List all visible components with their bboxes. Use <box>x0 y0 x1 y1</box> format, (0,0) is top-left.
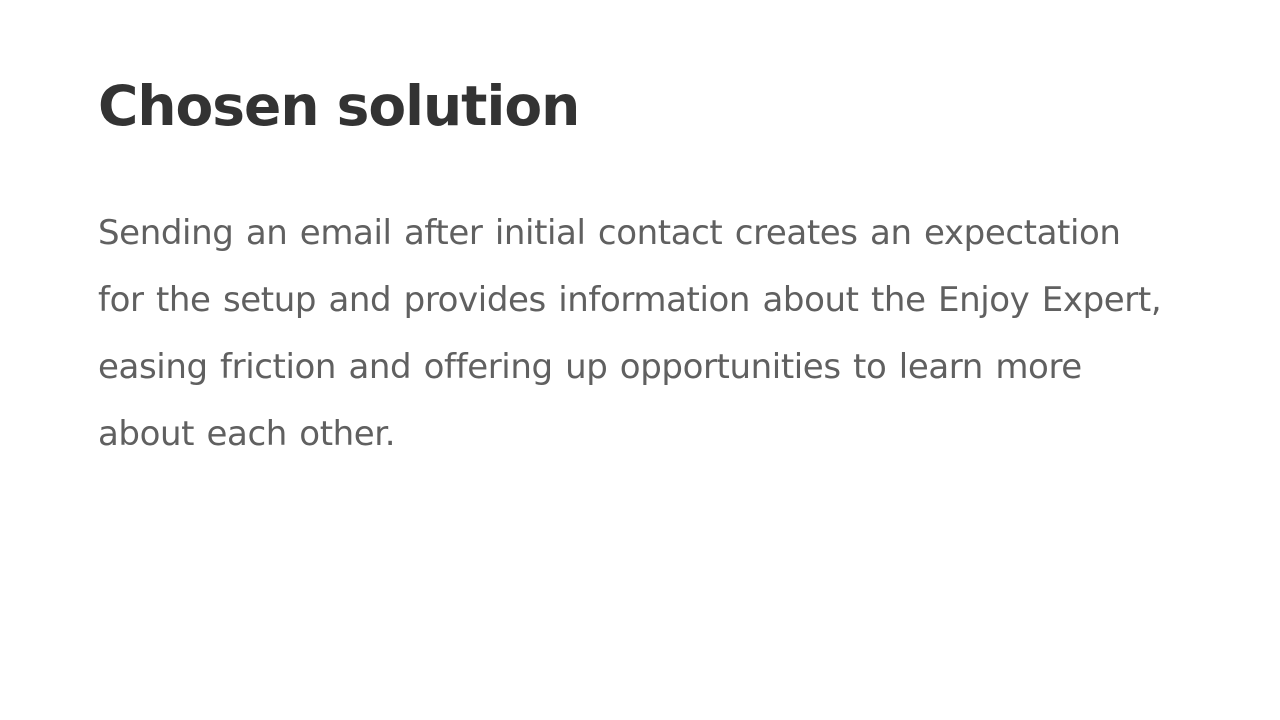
slide-title: Chosen solution <box>98 74 580 138</box>
slide: Chosen solution Sending an email after i… <box>0 0 1280 720</box>
slide-body-text: Sending an email after initial contact c… <box>98 213 1162 454</box>
